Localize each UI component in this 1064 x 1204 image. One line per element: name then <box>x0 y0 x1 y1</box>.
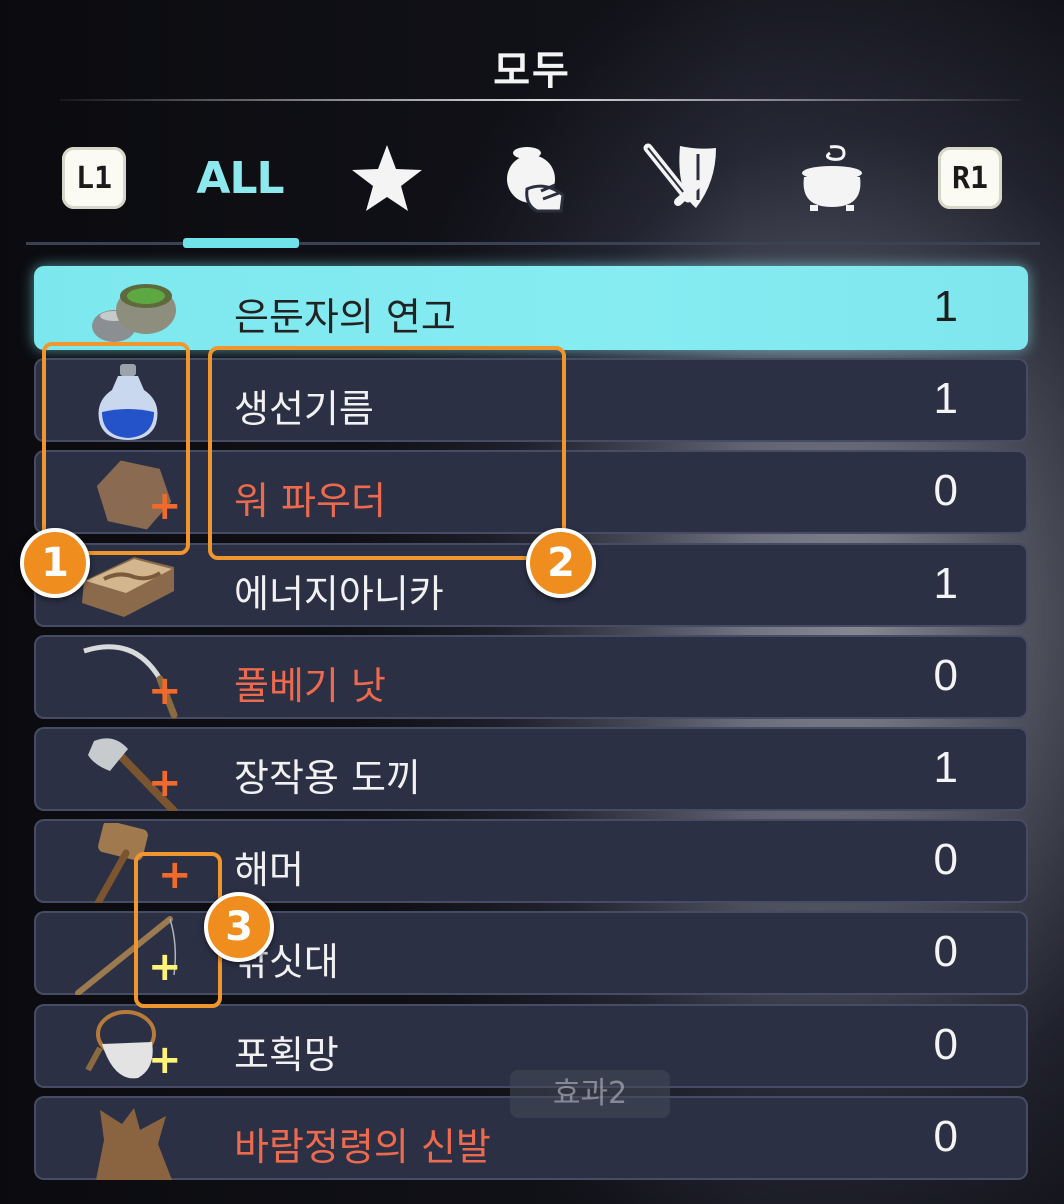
tab-favorites[interactable] <box>345 140 429 216</box>
tab-trade[interactable] <box>495 140 575 216</box>
annotation-box-icons <box>42 342 190 555</box>
title-divider <box>60 99 1020 101</box>
item-count: 0 <box>933 1111 958 1161</box>
item-count: 0 <box>933 1019 958 1069</box>
list-item[interactable]: 은둔자의 연고 1 <box>34 266 1028 350</box>
item-name: 바람정령의 신발 <box>234 1124 491 1169</box>
annotation-marker-3: 3 <box>204 892 274 962</box>
item-count: 1 <box>933 742 958 792</box>
l1-key-label: L1 <box>62 147 126 209</box>
ointment-pot-icon <box>92 284 176 342</box>
item-name: 은둔자의 연고 <box>234 295 456 339</box>
item-count: 0 <box>933 927 958 977</box>
annotation-marker-2: 2 <box>526 528 596 598</box>
list-item[interactable]: + 장작용 도끼 1 <box>34 726 1028 811</box>
item-name: 해머 <box>234 848 304 893</box>
item-name: 에너지아니카 <box>234 571 444 616</box>
item-name: 장작용 도끼 <box>234 755 421 800</box>
star-icon <box>352 145 422 211</box>
item-name: 풀베기 낫 <box>234 663 386 708</box>
item-count: 0 <box>933 650 958 700</box>
tab-crafting[interactable] <box>792 140 872 216</box>
r1-button[interactable]: R1 <box>938 140 1002 216</box>
item-count: 1 <box>933 282 958 331</box>
money-bag-hand-icon <box>507 147 565 213</box>
list-item[interactable]: + 풀베기 낫 0 <box>34 634 1028 719</box>
craftable-plus-icon: + <box>148 1036 182 1083</box>
r1-key-label: R1 <box>938 147 1002 209</box>
cauldron-icon <box>802 145 862 211</box>
item-count: 1 <box>933 374 958 424</box>
item-count: 1 <box>933 558 958 608</box>
item-name: 포획망 <box>234 1032 339 1077</box>
tab-all-label: ALL <box>196 152 284 204</box>
l1-button[interactable]: L1 <box>62 140 126 216</box>
sword-shield-icon <box>643 143 716 208</box>
tab-equipment[interactable] <box>640 140 724 216</box>
annotation-box-names <box>208 346 566 560</box>
item-count: 0 <box>933 835 958 885</box>
energy-box-icon <box>82 556 174 617</box>
category-tabs: L1 ALL R1 <box>0 140 1064 220</box>
active-tab-indicator <box>183 238 299 248</box>
page-title: 모두 <box>493 48 571 94</box>
craftable-plus-icon: + <box>148 759 182 806</box>
wind-boots-icon <box>96 1107 172 1180</box>
item-count: 0 <box>933 466 958 516</box>
craftable-plus-icon: + <box>148 667 182 714</box>
tab-all[interactable]: ALL <box>180 140 300 216</box>
effect-tooltip-ghost: 효과2 <box>510 1070 670 1118</box>
tab-divider <box>26 242 1040 245</box>
annotation-marker-1: 1 <box>20 528 90 598</box>
